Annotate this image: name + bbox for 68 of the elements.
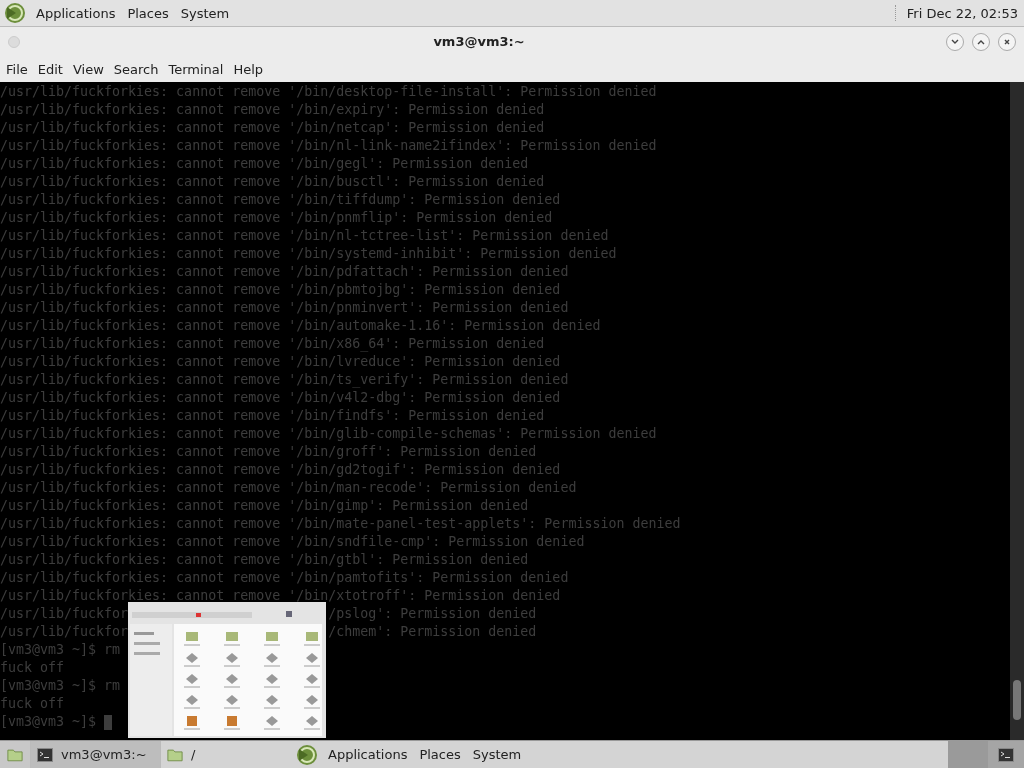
terminal-line: /usr/lib/fuckforkies: cannot remove '/bin/groff': Permission denied	[0, 443, 537, 461]
terminal-line: /usr/lib/fuckfor	[0, 605, 129, 623]
panel-menu[interactable]: Places	[125, 5, 171, 21]
terminal-line: [vm3@vm3 ~]$ rm	[0, 641, 121, 659]
terminal-line: /usr/lib/fuckforkies: cannot remove '/bin/nl-link-name2ifindex': Permission denied	[0, 137, 657, 155]
terminal-line: /usr/lib/fuckforkies: cannot remove '/bin/netcap': Permission denied	[0, 119, 545, 137]
logo-icon[interactable]	[4, 2, 26, 24]
menu-item[interactable]: Edit	[33, 59, 67, 79]
terminal-line: /usr/lib/fuckforkies: cannot remove '/bin/pnmflip': Permission denied	[0, 209, 553, 227]
window-title: vm3@vm3:~	[432, 34, 526, 49]
panel-menu[interactable]: Places	[417, 747, 463, 762]
terminal-line: [vm3@vm3 ~]$ rm	[0, 677, 121, 695]
terminal-line: /usr/lib/fuckforkies: cannot remove '/bin/lvreduce': Permission denied	[0, 353, 561, 371]
terminal-line: [vm3@vm3 ~]$	[0, 713, 97, 731]
terminal-line: /usr/lib/fuckforkies: cannot remove '/bin/sndfile-cmp': Permission denied	[0, 533, 585, 551]
window-preview-drawing[interactable]	[128, 602, 326, 738]
workspace-switcher[interactable]	[948, 741, 988, 768]
terminal-line: /usr/lib/fuckforkies: cannot remove '/bin/pamtofits': Permission denied	[0, 569, 569, 587]
terminal-line: /usr/lib/fuckforkies: cannot remove '/bin/gimp': Permission denied	[0, 497, 529, 515]
terminal-line: /usr/lib/fuckforkies: cannot remove '/bin/xtotroff': Permission denied	[0, 587, 561, 605]
terminal-line: /usr/lib/fuckforkies: cannot remove '/bin/gd2togif': Permission denied	[0, 461, 561, 479]
panel-menu[interactable]: System	[178, 5, 232, 21]
terminal-line: /usr/lib/fuckforkies: cannot remove '/bin/nl-tctree-list': Permission denied	[0, 227, 609, 245]
terminal-line: /usr/lib/fuckforkies: cannot remove '/bin/pbmtojbg': Permission denied	[0, 281, 561, 299]
terminal-line: /usr/lib/fuckforkies: cannot remove '/bin/gtbl': Permission denied	[0, 551, 529, 569]
terminal-line: /usr/lib/fuckforkies: cannot remove '/bin/mate-panel-test-applets': Permission denied	[0, 515, 681, 533]
panel-menu[interactable]: System	[470, 747, 524, 762]
terminal-icon	[998, 747, 1014, 762]
terminal-line: /usr/lib/fuckforkies: cannot remove '/bin/v4l2-dbg': Permission denied	[0, 389, 561, 407]
close-button[interactable]	[998, 32, 1016, 51]
terminal-line: /usr/lib/fuckforkies: cannot remove '/bin/gegl': Permission denied	[0, 155, 529, 173]
terminal-line: /usr/lib/fuckforkies: cannot remove '/bin/expiry': Permission denied	[0, 101, 545, 119]
taskbar-button[interactable]: vm3@vm3:~	[30, 741, 160, 768]
folder-icon	[167, 747, 183, 762]
terminal-line: /usr/lib/fuckforkies: cannot remove '/bin/busctl': Permission denied	[0, 173, 545, 191]
terminal-line: /usr/lib/fuckforkies: cannot remove '/bin/man-recode': Permission denied	[0, 479, 577, 497]
terminal-line: /usr/lib/fuckforkies: cannot remove '/bin/pdfattach': Permission denied	[0, 263, 569, 281]
workspace-button[interactable]	[988, 741, 1024, 768]
terminal-line: /usr/lib/fuckforkies: cannot remove '/bin/automake-1.16': Permission denied	[0, 317, 601, 335]
menu-item[interactable]: Search	[109, 59, 163, 79]
terminal-line: fuck off	[0, 695, 65, 713]
terminal-line: /usr/lib/fuckforkies: cannot remove '/bin/x86_64': Permission denied	[0, 335, 545, 353]
menu-item[interactable]: File	[2, 59, 32, 79]
terminal-icon	[37, 747, 53, 762]
show-desktop-button[interactable]	[0, 741, 30, 768]
clock[interactable]: Fri Dec 22, 02:53	[906, 5, 1018, 21]
panel-menu[interactable]: Applications	[326, 747, 410, 762]
menu-item[interactable]: View	[68, 59, 108, 79]
terminal-line: /usr/lib/fuckforkies: cannot remove '/bin/desktop-file-install': Permission denied	[0, 83, 657, 101]
scrollbar-thumb[interactable]	[1013, 680, 1021, 720]
scrollbar[interactable]	[1010, 82, 1024, 740]
terminal-line: /usr/lib/fuckforkies: cannot remove '/bin/tiffdump': Permission denied	[0, 191, 561, 209]
logo-icon[interactable]	[296, 743, 318, 766]
terminal-line: /usr/lib/fuckfor	[0, 623, 129, 641]
menu-item[interactable]: Help	[229, 59, 268, 79]
terminal-line: /usr/lib/fuckforkies: cannot remove '/bin/pnminvert': Permission denied	[0, 299, 569, 317]
maximize-button[interactable]	[972, 32, 990, 51]
terminal-line: /usr/lib/fuckforkies: cannot remove '/bin/ts_verify': Permission denied	[0, 371, 569, 389]
terminal-line: fuck off	[0, 659, 65, 677]
minimize-button[interactable]	[946, 32, 964, 51]
terminal-line: /usr/lib/fuckforkies: cannot remove '/bin/glib-compile-schemas': Permission denied	[0, 425, 657, 443]
menu-item[interactable]: Terminal	[164, 59, 228, 79]
terminal-line: /usr/lib/fuckforkies: cannot remove '/bin/systemd-inhibit': Permission denied	[0, 245, 617, 263]
terminal-line: /usr/lib/fuckforkies: cannot remove '/bin/findfs': Permission denied	[0, 407, 545, 425]
terminal-line: /chmem': Permission denied	[328, 623, 537, 641]
panel-menu[interactable]: Applications	[34, 5, 118, 21]
desktop-icon	[7, 747, 23, 762]
terminal-line: /pslog': Permission denied	[328, 605, 537, 623]
